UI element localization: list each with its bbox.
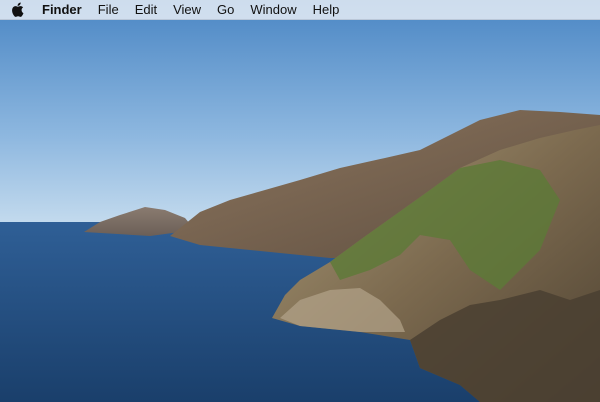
menu-window[interactable]: Window <box>242 0 304 20</box>
wallpaper-image <box>0 0 600 402</box>
desktop-wallpaper <box>0 0 600 402</box>
menu-help[interactable]: Help <box>305 0 348 20</box>
menu-app-finder[interactable]: Finder <box>34 0 90 20</box>
apple-menu-icon[interactable] <box>0 0 34 20</box>
menu-go[interactable]: Go <box>209 0 242 20</box>
menu-edit[interactable]: Edit <box>127 0 165 20</box>
menu-bar: Finder File Edit View Go Window Help <box>0 0 600 20</box>
apple-logo-icon <box>11 2 23 17</box>
menu-file[interactable]: File <box>90 0 127 20</box>
menu-view[interactable]: View <box>165 0 209 20</box>
